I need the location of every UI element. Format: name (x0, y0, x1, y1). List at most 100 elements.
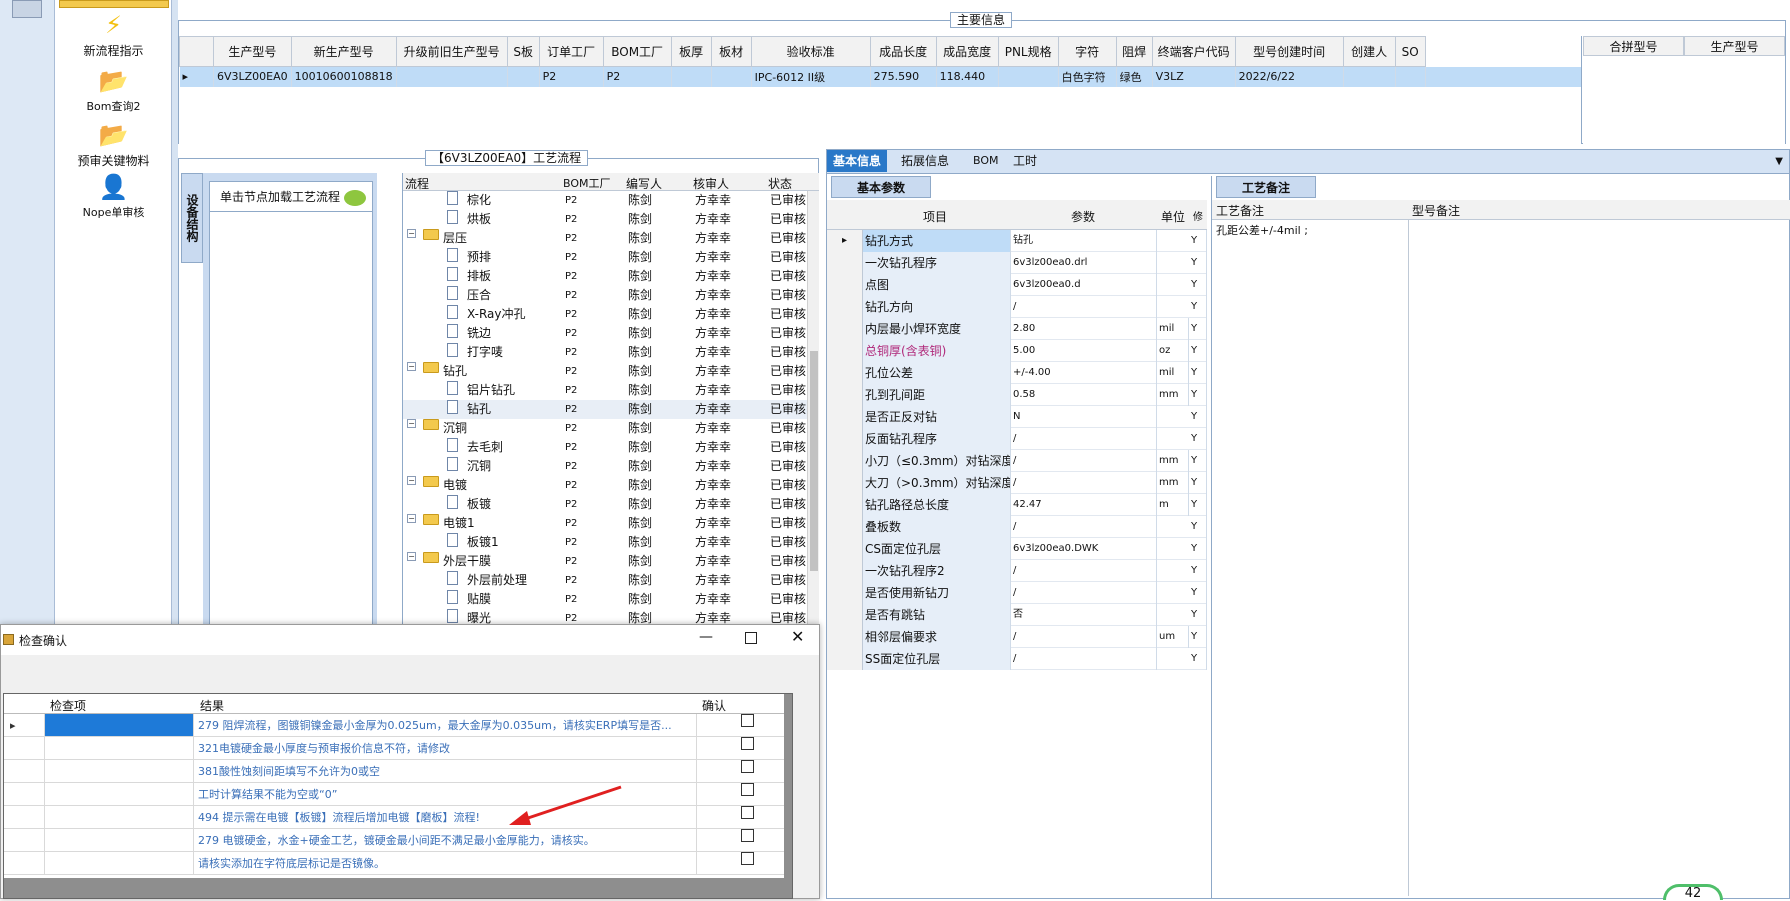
cell[interactable]: 2022/6/22 (1235, 66, 1344, 87)
param-value[interactable]: / (1011, 516, 1157, 538)
param-value[interactable]: / (1011, 626, 1157, 648)
tab-bom[interactable]: BOM (967, 150, 1005, 172)
param-value[interactable]: / (1011, 472, 1157, 494)
tree-row[interactable]: 打字唛 P2 陈剑 方幸幸 已审核 (403, 343, 807, 362)
param-row[interactable]: 钻孔路径总长度 42.47 m Y (827, 494, 1207, 516)
col-header[interactable]: 成品宽度 (935, 36, 999, 67)
collapse-toggle-icon[interactable]: − (407, 229, 416, 238)
param-row[interactable]: 反面钻孔程序 / Y (827, 428, 1207, 450)
tree-row[interactable]: − 电镀1 P2 陈剑 方幸幸 已审核 (403, 514, 807, 533)
check-item-cell[interactable] (44, 714, 194, 736)
check-row[interactable]: ▸ 279 阻焊流程，图镀铜镍金最小金厚为0.025um，最大金厚为0.035um… (4, 714, 784, 737)
merge-col-header[interactable]: 生产型号 (1684, 36, 1785, 56)
param-row[interactable]: 钻孔方向 / Y (827, 296, 1207, 318)
bom-query-launcher[interactable]: 📂 Bom查询2 (55, 66, 172, 114)
process-remark-value[interactable]: 孔距公差+/-4mil ; (1216, 222, 1308, 238)
new-process-launcher[interactable]: ⚡ 新流程指示 (55, 10, 172, 59)
col-header[interactable]: 板材 (710, 36, 752, 67)
col-header[interactable]: 修 (1193, 208, 1203, 223)
param-value[interactable]: / (1011, 296, 1157, 318)
cell[interactable] (1343, 66, 1396, 87)
col-header[interactable]: 升级前旧生产型号 (395, 36, 508, 67)
tree-row[interactable]: − 钻孔 P2 陈剑 方幸幸 已审核 (403, 362, 807, 381)
check-row[interactable]: 279 电镀硬金，水金+硬金工艺，镀硬金最小间距不满足最小金厚能力，请核实。 (4, 829, 784, 852)
confirm-checkbox[interactable] (740, 737, 754, 750)
cell[interactable] (671, 66, 712, 87)
param-value[interactable]: 6v3lz00ea0.DWK (1011, 538, 1157, 560)
param-row[interactable]: 是否有跳钻否 Y (827, 604, 1207, 626)
col-header[interactable]: 订单工厂 (538, 36, 604, 67)
tree-row[interactable]: 预排 P2 陈剑 方幸幸 已审核 (403, 248, 807, 267)
tree-row[interactable]: 板镀1 P2 陈剑 方幸幸 已审核 (403, 533, 807, 552)
tab-basic-info[interactable]: 基本信息 (827, 150, 888, 172)
param-row[interactable]: 小刀（≤0.3mm）对钻深度 / mm Y (827, 450, 1207, 472)
col-header[interactable]: 参数 (1071, 208, 1095, 225)
chevron-down-icon[interactable]: ▼ (1775, 156, 1783, 167)
param-value[interactable]: 6v3lz00ea0.d (1011, 274, 1157, 296)
param-value[interactable]: / (1011, 582, 1157, 604)
param-row[interactable]: 总铜厚(含表铜) 5.00 oz Y (827, 340, 1207, 362)
cell[interactable] (507, 66, 540, 87)
param-value[interactable]: 0.58 (1011, 384, 1157, 406)
param-row[interactable]: 相邻层偏要求 / um Y (827, 626, 1207, 648)
tree-row[interactable]: 排板 P2 陈剑 方幸幸 已审核 (403, 267, 807, 286)
param-row[interactable]: 一次钻孔程序 6v3lz00ea0.drl Y (827, 252, 1207, 274)
tab-process-remarks[interactable]: 工艺备注 (1216, 176, 1316, 198)
col-header[interactable]: S板 (506, 36, 540, 67)
tree-row[interactable]: 去毛刺 P2 陈剑 方幸幸 已审核 (403, 438, 807, 457)
tree-row[interactable]: 烘板 P2 陈剑 方幸幸 已审核 (403, 210, 807, 229)
param-row[interactable]: 孔到孔间距 0.58 mm Y (827, 384, 1207, 406)
tab-work-hours[interactable]: 工时 (1007, 150, 1043, 172)
col-header[interactable]: 结果 (200, 697, 224, 714)
col-header[interactable]: 创建人 (1342, 36, 1396, 67)
collapse-toggle-icon[interactable]: − (407, 476, 416, 485)
col-header[interactable]: 确认 (702, 697, 726, 714)
param-value[interactable]: 2.80 (1011, 318, 1157, 340)
col-header[interactable]: 型号备注 (1412, 202, 1460, 219)
tree-row[interactable]: − 层压 P2 陈剑 方幸幸 已审核 (403, 229, 807, 248)
check-row[interactable]: 494 提示需在电镀【板镀】流程后增加电镀【磨板】流程! (4, 806, 784, 829)
nope-review-launcher[interactable]: 👤 Nope单审核 (55, 172, 172, 220)
check-item-cell[interactable] (44, 760, 194, 782)
cell[interactable]: 275.590 (870, 66, 937, 87)
param-value[interactable]: 42.47 (1011, 494, 1157, 516)
param-row[interactable]: SS面定位孔层 / Y (827, 648, 1207, 670)
tree-row[interactable]: X-Ray冲孔 P2 陈剑 方幸幸 已审核 (403, 305, 807, 324)
check-item-cell[interactable] (44, 737, 194, 759)
check-item-cell[interactable] (44, 829, 194, 851)
confirm-checkbox[interactable] (740, 714, 754, 727)
collapse-toggle-icon[interactable]: − (407, 419, 416, 428)
tab-equipment-structure[interactable]: 设备结构 (181, 173, 203, 263)
tree-scrollbar[interactable] (807, 191, 819, 643)
param-row[interactable]: 孔位公差 +/-4.00 mil Y (827, 362, 1207, 384)
param-row[interactable]: 点图 6v3lz00ea0.d Y (827, 274, 1207, 296)
param-value[interactable]: / (1011, 428, 1157, 450)
cell[interactable]: IPC-6012 II级 (751, 66, 871, 87)
cell[interactable]: 白色字符 (1058, 66, 1117, 87)
col-header[interactable]: 生产型号 (213, 36, 292, 67)
param-row[interactable]: CS面定位孔层 6v3lz00ea0.DWK Y (827, 538, 1207, 560)
tree-row[interactable]: 铝片钻孔 P2 陈剑 方幸幸 已审核 (403, 381, 807, 400)
check-row[interactable]: 321电镀硬金最小厚度与预审报价信息不符，请修改 (4, 737, 784, 760)
param-row[interactable]: 叠板数 / Y (827, 516, 1207, 538)
param-row[interactable]: 是否使用新钻刀 / Y (827, 582, 1207, 604)
cell[interactable] (1395, 66, 1426, 87)
param-row[interactable]: ▸ 钻孔方式 钻孔 Y (827, 230, 1207, 252)
col-header[interactable]: 流程 (405, 175, 429, 192)
confirm-checkbox[interactable] (740, 806, 754, 819)
col-header[interactable]: 验收标准 (750, 36, 871, 67)
param-value[interactable]: / (1011, 560, 1157, 582)
minimize-icon[interactable]: — (699, 629, 713, 645)
col-header[interactable]: BOM工厂 (563, 175, 611, 191)
cell[interactable] (711, 66, 752, 87)
col-header[interactable]: 新生产型号 (290, 36, 397, 67)
param-value[interactable]: 钻孔 (1011, 230, 1157, 252)
col-header[interactable]: 状态 (768, 175, 792, 192)
app-icon[interactable] (12, 0, 42, 18)
param-value[interactable]: 6v3lz00ea0.drl (1011, 252, 1157, 274)
scrollbar-thumb[interactable] (810, 351, 818, 571)
col-header[interactable]: 项目 (923, 208, 947, 225)
cell[interactable]: 10010600108818 (291, 66, 397, 87)
col-header[interactable]: 板厚 (670, 36, 712, 67)
cell[interactable]: P2 (539, 66, 604, 87)
